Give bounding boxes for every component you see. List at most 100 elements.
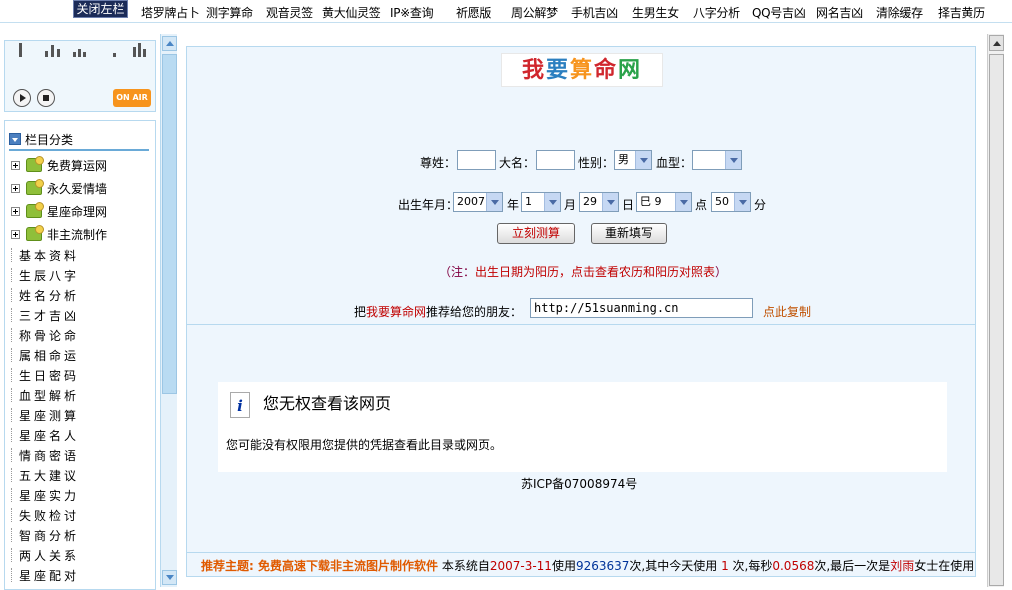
left-panel-scrollbar[interactable] [160,34,177,587]
expand-plus-icon[interactable] [11,184,20,193]
footer-stats: 推荐主题: 免费高速下载非主流图片制作软件 本系统自2007-3-11使用926… [187,552,975,576]
given-name-label: 大名： [499,156,536,170]
nav-link-ip-query[interactable]: IP※查询 [390,4,434,21]
calculate-button[interactable]: 立刻测算 [497,223,575,244]
nav-link-dream[interactable]: 周公解梦 [511,4,558,21]
on-air-badge: ON AIR [113,89,151,107]
featured-topic-link[interactable]: 推荐主题: 免费高速下载非主流图片制作软件 [201,559,438,573]
folder-icon [26,225,44,241]
scroll-down-arrow-icon[interactable] [162,570,177,585]
dropdown-arrow-icon[interactable] [635,151,651,169]
sidebar-link-blood-type[interactable]: 血型解析 [11,387,79,407]
hour-select[interactable]: 巳 9 [636,192,692,212]
sidebar-link-failure-review[interactable]: 失败检讨 [11,507,79,527]
year-select[interactable]: 2007 [453,192,503,212]
close-left-panel-button[interactable]: 关闭左栏 [73,0,128,18]
page-scrollbar[interactable] [987,34,1004,587]
site-logo[interactable]: 我要算命网 [501,53,663,87]
audio-player: ON AIR [4,40,156,112]
tree-item-label: 星座命理网 [47,205,108,219]
day-select[interactable]: 29 [579,192,619,212]
dropdown-arrow-icon[interactable] [725,151,741,169]
birth-date-label: 出生年月： [398,198,459,212]
dropdown-arrow-icon[interactable] [602,193,618,211]
tree-item-label: 免费算运网 [47,159,108,173]
scroll-up-arrow-icon[interactable] [989,35,1004,51]
category-header-label: 栏目分类 [25,133,74,147]
date-note[interactable]: （注：出生日期为阳历，点击查看农历和阳历对照表） [439,263,727,280]
sidebar-link-horoscope-test[interactable]: 星座测算 [11,407,79,427]
reset-button[interactable]: 重新填写 [591,223,667,244]
dropdown-arrow-icon[interactable] [734,193,750,211]
scrollbar-thumb[interactable] [989,54,1004,586]
nav-link-clear-cache[interactable]: 清除缓存 [876,4,923,21]
category-panel: 栏目分类 免费算运网 永久爱情墙 星座命理网 非主流制作 基本资料 生辰八字 姓… [4,120,156,590]
info-icon [230,392,250,418]
sidebar-link-horoscope-match[interactable]: 星座配对 [11,567,79,587]
nav-link-phone[interactable]: 手机吉凶 [571,4,618,21]
error-message: 您可能没有权限用您提供的凭据查看此目录或网页。 [226,438,503,452]
nav-link-word-fortune[interactable]: 测字算命 [206,4,253,21]
minute-unit: 分 [754,198,767,212]
nav-link-nickname[interactable]: 网名吉凶 [816,4,863,21]
gender-label: 性别： [578,156,615,170]
sidebar-link-birthday-code[interactable]: 生日密码 [11,367,79,387]
nav-link-almanac[interactable]: 择吉黄历 [938,4,985,21]
nav-link-guanyin[interactable]: 观音灵签 [266,4,313,21]
nav-link-huangdaxian[interactable]: 黄大仙灵签 [322,4,381,21]
nav-link-gender[interactable]: 生男生女 [632,4,679,21]
sidebar-link-basic-info[interactable]: 基本资料 [11,247,79,267]
sidebar-link-horoscope-power[interactable]: 星座实力 [11,487,79,507]
main-content: 我要算命网 尊姓： 大名： 性别： 男 血型： 出生年月： 2007 年 1 月… [186,46,976,577]
nav-link-qq[interactable]: QQ号吉凶 [752,4,806,21]
category-header[interactable]: 栏目分类 [9,131,149,151]
dropdown-arrow-icon[interactable] [675,193,691,211]
blood-type-select[interactable] [692,150,742,170]
day-unit: 日 [622,198,635,212]
stop-button[interactable] [37,89,55,107]
surname-label: 尊姓： [420,156,457,170]
tree-item-label: 非主流制作 [47,228,108,242]
gender-select[interactable]: 男 [614,150,652,170]
tree-item-label: 永久爱情墙 [47,182,108,196]
sidebar-link-bone-weight[interactable]: 称骨论命 [11,327,79,347]
dropdown-arrow-icon[interactable] [544,193,560,211]
recommend-label: 把我要算命网推荐给您的朋友： [354,305,523,319]
copy-link[interactable]: 点此复制 [763,303,811,320]
minute-select[interactable]: 50 [711,192,751,212]
divider [187,324,975,325]
folder-icon [26,156,44,172]
month-unit: 月 [564,198,577,212]
sidebar-link-eq-words[interactable]: 情商密语 [11,447,79,467]
play-button[interactable] [13,89,31,107]
recommend-url-input[interactable] [530,298,753,318]
left-column: ON AIR 栏目分类 免费算运网 永久爱情墙 星座命理网 非主流制作 基本资料 [0,34,160,590]
nav-link-tarot[interactable]: 塔罗牌占卜 [141,4,200,21]
sidebar-link-name-analysis[interactable]: 姓名分析 [11,287,79,307]
sidebar-link-horoscope-celebs[interactable]: 星座名人 [11,427,79,447]
error-box: 您无权查看该网页 您可能没有权限用您提供的凭据查看此目录或网页。 [218,382,947,472]
month-select[interactable]: 1 [521,192,561,212]
surname-input[interactable] [457,150,496,170]
sidebar-link-iq-analysis[interactable]: 智商分析 [11,527,79,547]
expand-plus-icon[interactable] [11,161,20,170]
scroll-up-arrow-icon[interactable] [162,36,177,51]
nav-link-wish-board[interactable]: 祈愿版 [456,4,491,21]
expand-plus-icon[interactable] [11,207,20,216]
sidebar-link-relationship[interactable]: 两人关系 [11,547,79,567]
nav-link-bazi[interactable]: 八字分析 [693,4,740,21]
icp-record[interactable]: 苏ICP备07008974号 [521,475,637,492]
expand-plus-icon[interactable] [11,230,20,239]
folder-icon [26,202,44,218]
year-unit: 年 [507,198,520,212]
scrollbar-thumb[interactable] [162,54,177,394]
collapse-arrow-icon[interactable] [9,133,21,145]
sidebar-link-bazi[interactable]: 生辰八字 [11,267,79,287]
dropdown-arrow-icon[interactable] [486,193,502,211]
sidebar-link-sancai[interactable]: 三才吉凶 [11,307,79,327]
top-navigation: 关闭左栏 塔罗牌占卜 测字算命 观音灵签 黄大仙灵签 IP※查询 祈愿版 周公解… [0,0,1012,23]
sidebar-link-five-advice[interactable]: 五大建议 [11,467,79,487]
given-name-input[interactable] [536,150,575,170]
sidebar-link-zodiac-fate[interactable]: 属相命运 [11,347,79,367]
error-title: 您无权查看该网页 [263,394,392,413]
